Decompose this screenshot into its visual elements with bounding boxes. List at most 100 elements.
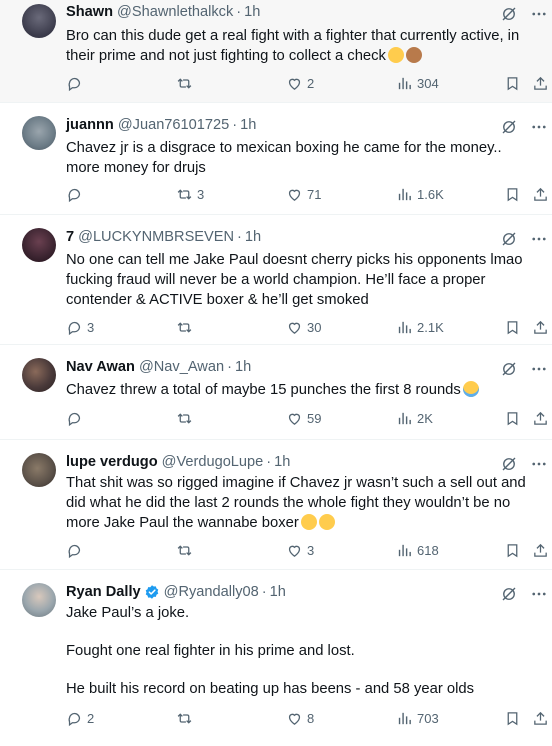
repost-button[interactable] [176,708,197,728]
share-button[interactable] [532,184,549,204]
author-name[interactable]: Ryan Dally [66,584,141,600]
views-button[interactable]: 618 [396,540,439,560]
avatar[interactable] [22,116,56,150]
timestamp[interactable]: 1h [245,229,261,245]
views-button[interactable]: 2K [396,408,433,428]
like-button[interactable]: 59 [286,408,321,428]
tweet-text: Jake Paul’s a joke. Fought one real figh… [66,605,474,697]
more-options-icon[interactable] [530,5,548,23]
tweet-text: Bro can this dude get a real fight with … [66,28,520,64]
avatar[interactable] [22,453,56,487]
heart-icon [288,545,301,557]
share-button[interactable] [532,708,549,728]
timestamp[interactable]: 1h [240,117,256,133]
grok-icon[interactable] [500,118,518,136]
like-button[interactable]: 71 [286,184,321,204]
separator-dot: · [232,117,238,133]
reply-tweet[interactable]: 7 @LUCKYNMBRSEVEN · 1h No one can tell m… [0,216,552,345]
verified-badge-icon[interactable] [144,584,160,600]
author-name[interactable]: lupe verdugo [66,454,158,470]
bookmark-button[interactable] [504,73,521,93]
more-options-icon[interactable] [530,455,548,473]
share-button[interactable] [532,408,549,428]
repost-button[interactable] [176,317,197,337]
reply-icon [68,412,81,426]
like-button[interactable]: 30 [286,317,321,337]
bookmark-icon [507,711,518,725]
author-name[interactable]: juannn [66,117,114,133]
bookmark-button[interactable] [504,540,521,560]
author-handle[interactable]: @Juan76101725 [118,117,229,133]
author-handle[interactable]: @VerdugoLupe [162,454,264,470]
bookmark-button[interactable] [504,708,521,728]
reply-icon [68,188,81,202]
reply-button[interactable] [66,540,87,560]
reply-button[interactable] [66,73,87,93]
views-button[interactable]: 703 [396,708,439,728]
timestamp[interactable]: 1h [244,4,260,20]
reply-tweet[interactable]: Ryan Dally @Ryandally08 · 1h Jake Paul’s… [0,571,552,746]
reply-icon [68,77,81,91]
reply-button[interactable]: 2 [66,708,94,728]
author-handle[interactable]: @Nav_Awan [139,359,224,375]
reply-button[interactable] [66,408,87,428]
repost-icon [177,412,192,424]
timestamp[interactable]: 1h [235,359,251,375]
grok-icon[interactable] [500,455,518,473]
share-button[interactable] [532,317,549,337]
author-handle[interactable]: @LUCKYNMBRSEVEN [78,229,234,245]
grok-icon[interactable] [500,5,518,23]
reply-tweet[interactable]: juannn @Juan76101725 · 1h Chavez jr is a… [0,104,552,215]
views-button[interactable]: 2.1K [396,317,444,337]
like-button[interactable]: 8 [286,708,314,728]
tweet-text: That shit was so rigged imagine if Chave… [66,475,526,531]
author-handle[interactable]: @Shawnlethalkck [117,4,233,20]
more-options-icon[interactable] [530,118,548,136]
bookmark-button[interactable] [504,408,521,428]
avatar[interactable] [22,228,56,262]
bookmark-button[interactable] [504,317,521,337]
tweet-text: Chavez jr is a disgrace to mexican boxin… [66,140,502,176]
share-button[interactable] [532,73,549,93]
reply-icon [68,544,81,558]
author-handle[interactable]: @Ryandally08 [164,584,259,600]
timestamp[interactable]: 1h [270,584,286,600]
reply-tweet[interactable]: lupe verdugo @VerdugoLupe · 1h That shit… [0,441,552,570]
heart-icon [288,189,301,201]
like-button[interactable]: 2 [286,73,314,93]
separator-dot: · [237,229,242,245]
more-options-icon[interactable] [530,585,548,603]
views-button[interactable]: 304 [396,73,439,93]
avatar[interactable] [22,358,56,392]
timestamp[interactable]: 1h [274,454,290,470]
repost-button[interactable] [176,73,197,93]
joy-face-emoji [318,514,335,530]
bookmark-button[interactable] [504,184,521,204]
crying-face-emoji [462,381,479,397]
views-icon [398,412,411,424]
grok-icon[interactable] [500,360,518,378]
repost-button[interactable] [176,540,197,560]
heart-icon [288,413,301,425]
avatar[interactable] [22,583,56,617]
like-button[interactable]: 3 [286,540,314,560]
more-options-icon[interactable] [530,230,548,248]
reply-button[interactable]: 3 [66,317,94,337]
author-name[interactable]: Nav Awan [66,359,135,375]
reply-tweet[interactable]: Shawn @Shawnlethalkck · 1h Bro can this … [0,0,552,103]
grok-icon[interactable] [500,585,518,603]
more-options-icon[interactable] [530,360,548,378]
bookmark-icon [507,187,518,201]
separator-dot: · [236,4,242,20]
reply-button[interactable] [66,184,87,204]
repost-button[interactable]: 3 [176,184,204,204]
author-name[interactable]: 7 [66,229,74,245]
grok-icon[interactable] [500,230,518,248]
share-button[interactable] [532,540,549,560]
views-button[interactable]: 1.6K [396,184,444,204]
reply-icon [68,321,81,335]
author-name[interactable]: Shawn [66,4,113,20]
avatar[interactable] [22,4,56,38]
reply-tweet[interactable]: Nav Awan @Nav_Awan · 1h Chavez threw a t… [0,346,552,440]
repost-button[interactable] [176,408,197,428]
